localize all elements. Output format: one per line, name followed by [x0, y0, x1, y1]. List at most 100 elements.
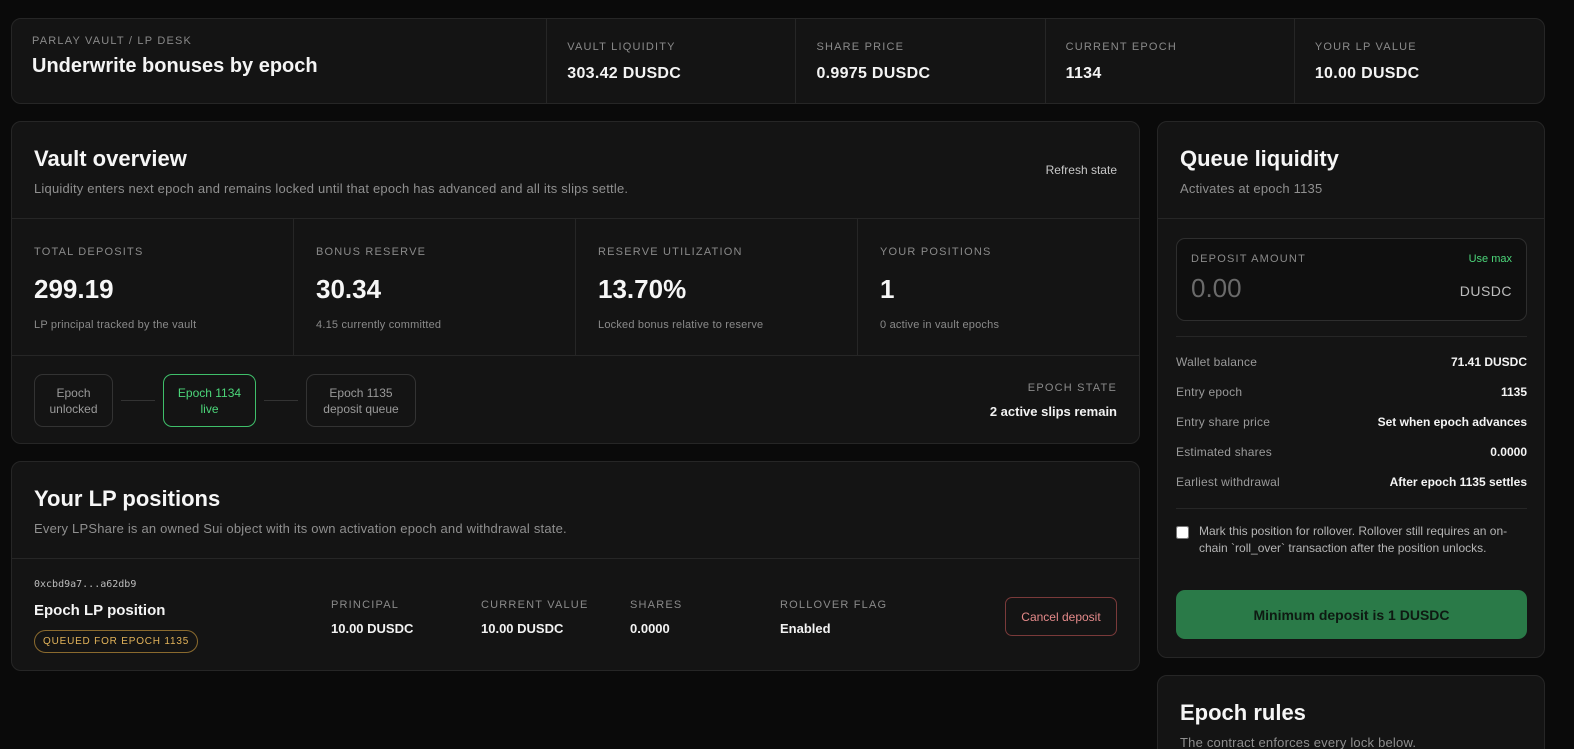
stat-vault-liquidity: VAULT LIQUIDITY 303.42 DUSDC — [547, 19, 797, 103]
section-title: Queue liquidity — [1180, 146, 1339, 171]
epoch-step-line1: Epoch 1134 — [177, 385, 242, 400]
epoch-step-line2: live — [200, 401, 219, 416]
col-value: 0.0000 — [630, 621, 670, 636]
stat-value: 0.9975 DUSDC — [816, 65, 931, 82]
stat-label: YOUR POSITIONS — [880, 246, 992, 258]
detail-value: 71.41 DUSDC — [1450, 355, 1527, 369]
section-subtitle: Liquidity enters next epoch and remains … — [34, 181, 629, 196]
vault-stats: TOTAL DEPOSITS 299.19 LP principal track… — [12, 219, 1139, 356]
section-subtitle: The contract enforces every lock below. — [1180, 735, 1417, 749]
col-shares: SHARES 0.0000 — [630, 599, 682, 636]
stat-value: 1 — [880, 274, 895, 304]
detail-key: Entry epoch — [1176, 385, 1243, 399]
stat-value: 299.19 — [34, 274, 114, 304]
detail-value: 1135 — [1500, 385, 1527, 399]
stat-note: LP principal tracked by the vault — [34, 319, 197, 331]
stat-current-epoch: CURRENT EPOCH 1134 — [1046, 19, 1295, 103]
lp-positions-card: Your LP positions Every LPShare is an ow… — [11, 461, 1140, 671]
stat-total-deposits: TOTAL DEPOSITS 299.19 LP principal track… — [12, 219, 294, 355]
lp-position-row: 0xcbd9a7...a62db9 Epoch LP position QUEU… — [12, 559, 1139, 671]
epoch-connector — [121, 400, 155, 401]
stat-label: TOTAL DEPOSITS — [34, 246, 144, 258]
detail-key: Entry share price — [1176, 415, 1271, 429]
section-title: Vault overview — [34, 146, 187, 171]
epoch-connector — [264, 400, 298, 401]
refresh-state-button[interactable]: Refresh state — [1046, 163, 1117, 177]
stat-value: 1134 — [1065, 65, 1102, 82]
deposit-amount-input[interactable] — [1191, 273, 1431, 304]
detail-value: 0.0000 — [1490, 445, 1527, 459]
stat-value: 30.34 — [316, 274, 382, 304]
header-brand: PARLAY VAULT / LP DESK Underwrite bonuse… — [12, 19, 548, 103]
stat-note: 0 active in vault epochs — [880, 319, 1000, 331]
col-rollover-flag: ROLLOVER FLAG Enabled — [780, 599, 887, 636]
stat-your-positions: YOUR POSITIONS 1 0 active in vault epoch… — [858, 219, 1139, 355]
col-label: SHARES — [630, 599, 683, 611]
deposit-amount-label: DEPOSIT AMOUNT — [1191, 253, 1306, 265]
detail-key: Wallet balance — [1176, 355, 1258, 369]
status-badge: QUEUED FOR EPOCH 1135 — [34, 630, 199, 653]
object-id: 0xcbd9a7...a62db9 — [34, 579, 137, 590]
cancel-deposit-button[interactable]: Cancel deposit — [1005, 597, 1117, 636]
rollover-text: Mark this position for rollover. Rollove… — [1199, 524, 1508, 555]
epoch-state: EPOCH STATE 2 active slips remain — [990, 382, 1117, 419]
epoch-step-line2: unlocked — [49, 401, 98, 416]
divider — [1176, 336, 1527, 337]
section-subtitle: Every LPShare is an owned Sui object wit… — [34, 521, 567, 536]
stat-share-price: SHARE PRICE 0.9975 DUSDC — [796, 19, 1046, 103]
detail-value: After epoch 1135 settles — [1389, 475, 1527, 489]
stat-value: 10.00 DUSDC — [1314, 65, 1420, 82]
col-value: 10.00 DUSDC — [481, 621, 564, 636]
header-strip: PARLAY VAULT / LP DESK Underwrite bonuse… — [11, 18, 1545, 104]
detail-value: Set when epoch advances — [1377, 415, 1527, 429]
section-title: Your LP positions — [34, 486, 221, 511]
epoch-step-deposit-queue: Epoch 1135 deposit queue — [306, 374, 416, 427]
epoch-step-line1: Epoch — [56, 385, 91, 400]
section-title: Epoch rules — [1180, 700, 1306, 725]
col-principal: PRINCIPAL 10.00 DUSDC — [331, 599, 413, 636]
stat-label: CURRENT EPOCH — [1065, 41, 1177, 53]
stat-note: 4.15 currently committed — [316, 319, 442, 331]
detail-entry-share-price: Entry share price Set when epoch advance… — [1176, 415, 1527, 429]
col-label: ROLLOVER FLAG — [780, 599, 888, 611]
stat-label: SHARE PRICE — [816, 41, 905, 53]
stat-reserve-utilization: RESERVE UTILIZATION 13.70% Locked bonus … — [576, 219, 858, 355]
deposit-unit: DUSDC — [1459, 283, 1512, 299]
epoch-state-value: 2 active slips remain — [989, 404, 1117, 419]
stat-label: VAULT LIQUIDITY — [567, 41, 676, 53]
rollover-checkbox[interactable] — [1176, 526, 1189, 539]
detail-key: Earliest withdrawal — [1176, 475, 1280, 489]
stat-value: 13.70% — [598, 274, 687, 304]
stat-value: 303.42 DUSDC — [567, 65, 682, 82]
epoch-step-unlocked: Epoch unlocked — [34, 374, 113, 427]
queue-liquidity-card: Queue liquidity Activates at epoch 1135 … — [1157, 121, 1545, 658]
detail-earliest-withdrawal: Earliest withdrawal After epoch 1135 set… — [1176, 475, 1527, 489]
position-name: Epoch LP position — [34, 602, 166, 619]
detail-estimated-shares: Estimated shares 0.0000 — [1176, 445, 1527, 459]
col-current-value: CURRENT VALUE 10.00 DUSDC — [481, 599, 589, 636]
stat-label: RESERVE UTILIZATION — [598, 246, 743, 258]
col-value: 10.00 DUSDC — [331, 621, 414, 636]
stat-lp-value: YOUR LP VALUE 10.00 DUSDC — [1295, 19, 1544, 103]
epoch-timeline: Epoch unlocked Epoch 1134 live Epoch 1135 d… — [12, 356, 1139, 444]
use-max-button[interactable]: Use max — [1469, 253, 1512, 265]
lp-positions-header: Your LP positions Every LPShare is an ow… — [12, 462, 1139, 559]
rollover-option[interactable]: Mark this position for rollover. Rollove… — [1176, 523, 1527, 557]
col-label: PRINCIPAL — [331, 599, 400, 611]
vault-overview-header: Vault overview Liquidity enters next epo… — [12, 122, 1139, 219]
stat-bonus-reserve: BONUS RESERVE 30.34 4.15 currently commi… — [294, 219, 576, 355]
epoch-state-label: EPOCH STATE — [1027, 382, 1117, 394]
epoch-step-line1: Epoch 1135 — [329, 385, 393, 400]
divider — [1176, 508, 1527, 509]
deposit-amount-box: DEPOSIT AMOUNT Use max DUSDC — [1176, 238, 1527, 321]
col-label: CURRENT VALUE — [481, 599, 589, 611]
stat-note: Locked bonus relative to reserve — [598, 319, 764, 331]
col-value: Enabled — [780, 621, 831, 636]
epoch-step-line2: deposit queue — [323, 401, 399, 416]
page-title: Underwrite bonuses by epoch — [32, 55, 318, 77]
vault-overview-card: Vault overview Liquidity enters next epo… — [11, 121, 1140, 444]
section-subtitle: Activates at epoch 1135 — [1180, 181, 1323, 196]
epoch-rules-card: Epoch rules The contract enforces every … — [1157, 675, 1545, 749]
deposit-submit-button[interactable]: Minimum deposit is 1 DUSDC — [1176, 590, 1527, 639]
detail-entry-epoch: Entry epoch 1135 — [1176, 385, 1527, 399]
